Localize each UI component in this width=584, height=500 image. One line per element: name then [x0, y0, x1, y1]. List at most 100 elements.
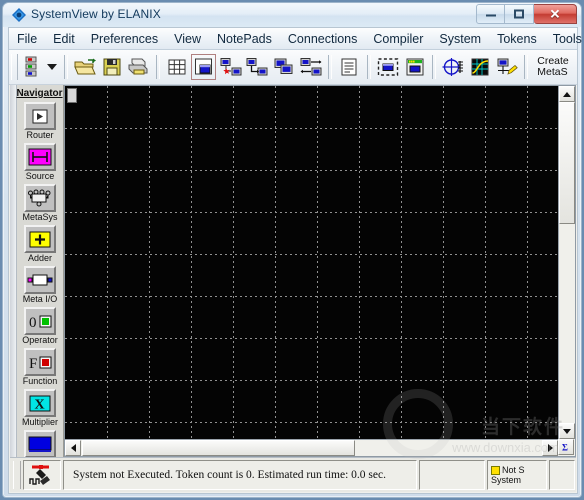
grid-line-vertical — [485, 86, 486, 439]
toolbar-separator-6 — [524, 55, 529, 79]
title-bar: SystemView by ELANIX ✕ — [3, 3, 581, 27]
nav-label-adder: Adder — [27, 253, 53, 263]
grid-button[interactable] — [165, 54, 190, 80]
menu-file[interactable]: File — [10, 30, 44, 48]
status-blank-panel — [419, 460, 485, 490]
status-system-panel[interactable]: Not S System — [487, 460, 547, 490]
canvas-selection-handle[interactable] — [67, 88, 77, 103]
text-lines-icon — [341, 58, 357, 76]
nav-item-multiplier[interactable]: X Multiplier — [16, 389, 63, 428]
client-area: File Edit Preferences View NotePads Conn… — [8, 27, 582, 494]
navigator-panel: Navigator Router Source MetaSys Adder Me… — [10, 85, 64, 457]
floppy-disk-icon — [103, 58, 121, 76]
app-diamond-icon — [12, 8, 26, 22]
new-system-window-button[interactable] — [191, 54, 217, 80]
nav-label-source: Source — [25, 171, 55, 181]
arrow-left-icon — [70, 444, 76, 452]
menu-edit[interactable]: Edit — [46, 30, 82, 48]
create-metasystem-line2: MetaS — [537, 66, 568, 78]
statusbar-grip — [13, 461, 21, 489]
connect-tokens-button[interactable] — [218, 54, 243, 80]
print-button[interactable] — [126, 54, 151, 80]
scroll-left-button[interactable] — [65, 440, 81, 456]
run-system-button[interactable] — [23, 460, 61, 490]
system-list-dropdown[interactable] — [44, 54, 59, 80]
nav-item-function[interactable]: F Function — [16, 348, 63, 387]
navigator-title: Navigator — [16, 88, 63, 99]
horizontal-scroll-thumb[interactable] — [82, 440, 355, 456]
toolbar-grip[interactable] — [11, 54, 18, 80]
scroll-right-button[interactable] — [542, 440, 558, 456]
toolbar-separator-4 — [366, 55, 371, 79]
toolbar-separator-3 — [328, 55, 333, 79]
plot-button[interactable] — [468, 54, 493, 80]
nav-item-adder[interactable]: Adder — [16, 225, 63, 264]
save-button[interactable] — [99, 54, 124, 80]
menu-bar: File Edit Preferences View NotePads Conn… — [9, 28, 582, 50]
canvas-vertical-scrollbar[interactable] — [558, 86, 575, 439]
sigma-icon: Σ — [562, 443, 568, 453]
svg-text:0: 0 — [29, 315, 37, 330]
minimize-button[interactable] — [476, 4, 505, 24]
svg-text:X: X — [35, 397, 45, 412]
adder-plus-icon — [24, 225, 56, 253]
menu-connections[interactable]: Connections — [281, 30, 365, 48]
open-button[interactable] — [73, 54, 98, 80]
nav-label-multiplier: Multiplier — [21, 417, 58, 427]
grid-line-horizontal — [65, 338, 558, 339]
menu-compiler[interactable]: Compiler — [366, 30, 430, 48]
nav-label-operator: Operator — [22, 335, 58, 345]
design-token-button[interactable] — [495, 54, 520, 80]
status-bar: System not Executed. Token count is 0. E… — [10, 457, 576, 492]
source-magenta-icon — [24, 143, 56, 171]
token-branch-icon — [246, 58, 268, 76]
toolbar-separator-2 — [155, 55, 160, 79]
toolbar: Create MetaS — [9, 50, 577, 85]
status-message: System not Executed. Token count is 0. E… — [63, 460, 417, 490]
svg-text:Σ: Σ — [562, 443, 568, 453]
maximize-button[interactable] — [505, 4, 534, 24]
analysis-button[interactable] — [441, 54, 466, 80]
zoom-fit-button[interactable]: Σ — [558, 439, 574, 455]
menu-notepads[interactable]: NotePads — [210, 30, 279, 48]
nav-label-metasys: MetaSys — [22, 212, 58, 222]
swap-tokens-button[interactable] — [298, 54, 323, 80]
nav-item-router[interactable]: Router — [16, 102, 63, 141]
grid-line-vertical — [317, 86, 318, 439]
marquee-select-icon — [377, 58, 399, 76]
window-green-icon — [406, 58, 424, 76]
scroll-up-button[interactable] — [559, 86, 575, 102]
system-list-button[interactable] — [19, 54, 44, 80]
canvas-horizontal-scrollbar[interactable] — [65, 439, 558, 456]
create-metasystem-label[interactable]: Create MetaS — [532, 56, 577, 78]
toolbar-separator-1 — [63, 55, 68, 79]
nav-item-sink[interactable]: Sink — [16, 430, 63, 457]
metasystem-chip-icon — [24, 184, 56, 212]
select-region-button[interactable] — [376, 54, 401, 80]
system-window-button[interactable] — [402, 54, 427, 80]
scroll-down-button[interactable] — [559, 423, 575, 439]
nav-label-function: Function — [22, 376, 58, 386]
menu-preferences[interactable]: Preferences — [84, 30, 165, 48]
nav-item-operator[interactable]: 0 Operator — [16, 307, 63, 346]
vertical-scroll-thumb[interactable] — [559, 102, 575, 224]
menu-system[interactable]: System — [432, 30, 488, 48]
nav-item-meta-io[interactable]: Meta I/O — [16, 266, 63, 305]
multiplier-x-icon: X — [24, 389, 56, 417]
close-button[interactable]: ✕ — [534, 4, 577, 24]
nav-item-source[interactable]: Source — [16, 143, 63, 182]
nav-item-metasys[interactable]: MetaSys — [16, 184, 63, 223]
meta-io-icon — [24, 266, 56, 294]
toolbar-separator-5 — [432, 55, 437, 79]
menu-tools[interactable]: Tools — [546, 30, 584, 48]
token-pencil-icon — [497, 58, 518, 75]
design-canvas[interactable] — [65, 86, 558, 439]
window-controls: ✕ — [476, 4, 577, 25]
menu-view[interactable]: View — [167, 30, 208, 48]
duplicate-token-button[interactable] — [272, 54, 297, 80]
notes-button[interactable] — [337, 54, 362, 80]
branch-tokens-button[interactable] — [245, 54, 270, 80]
open-folder-icon — [74, 58, 96, 75]
menu-tokens[interactable]: Tokens — [490, 30, 544, 48]
sink-blue-icon — [24, 430, 56, 457]
